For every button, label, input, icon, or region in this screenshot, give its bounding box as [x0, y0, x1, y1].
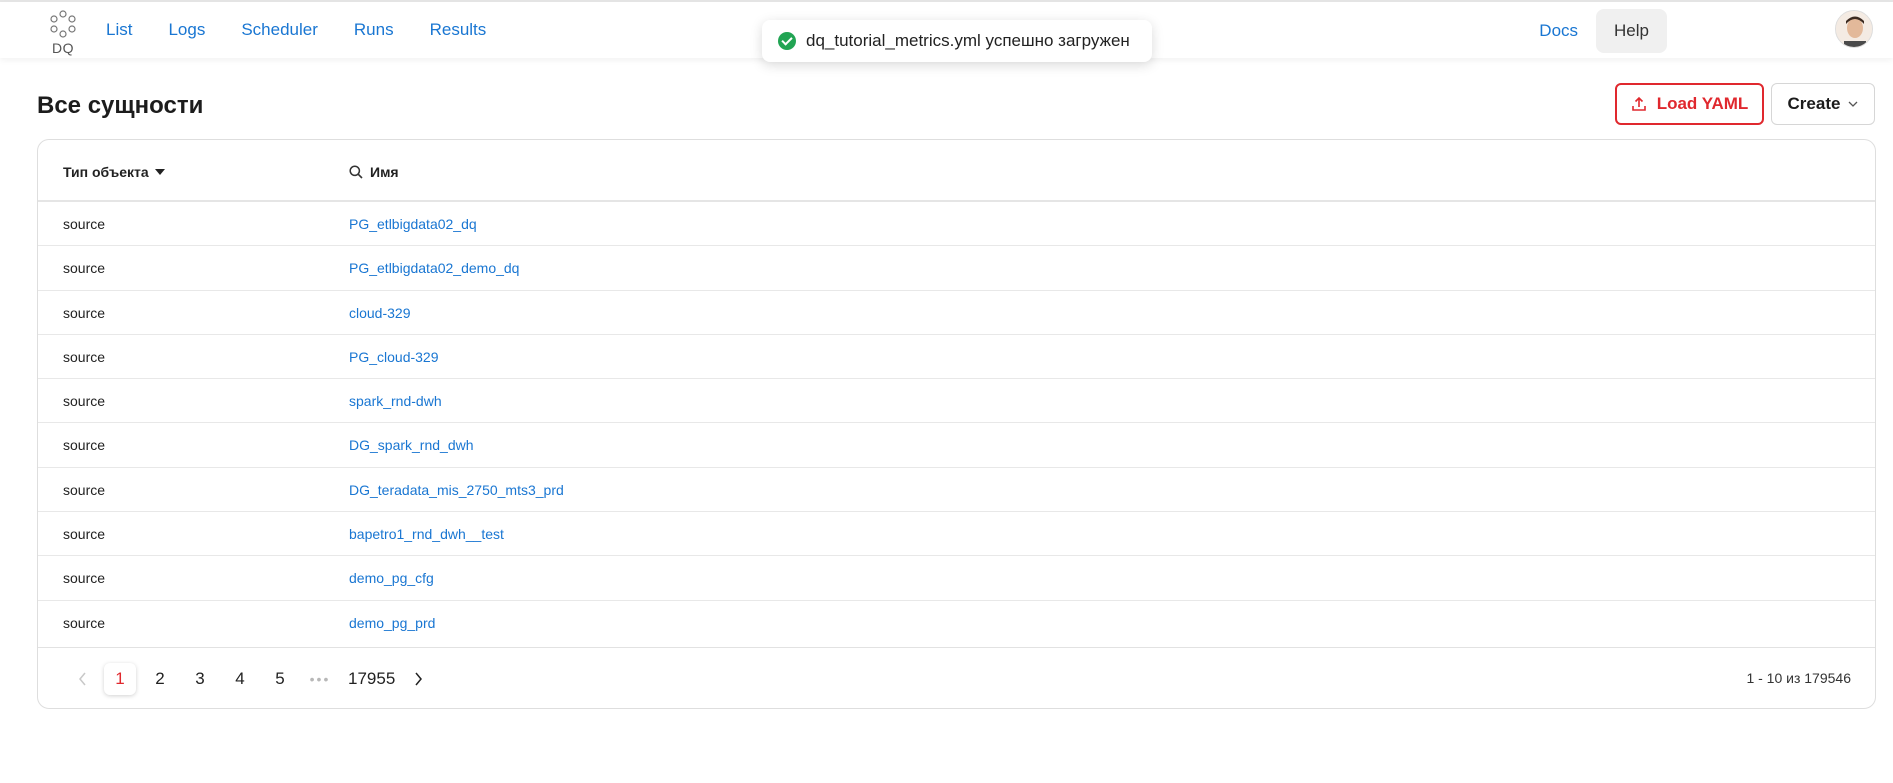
- cell-type: source: [63, 570, 106, 587]
- cell-name-link[interactable]: PG_etlbigdata02_dq: [349, 216, 477, 232]
- table-header: Тип объекта Имя: [38, 140, 1875, 202]
- nav-scheduler[interactable]: Scheduler: [241, 20, 318, 40]
- cell-name-link[interactable]: demo_pg_cfg: [349, 570, 434, 586]
- nav-results[interactable]: Results: [430, 20, 487, 40]
- prev-page-button[interactable]: [66, 663, 98, 695]
- table-body: source PG_etlbigdata02_dq source PG_etlb…: [38, 202, 1875, 645]
- create-dropdown-button[interactable]: Create: [1771, 83, 1875, 125]
- caret-down-icon: [154, 169, 165, 175]
- table-row: source cloud-329: [38, 291, 1875, 335]
- table-row: source PG_etlbigdata02_dq: [38, 202, 1875, 247]
- cell-type: source: [63, 216, 106, 232]
- logo-dots-icon: [50, 10, 76, 38]
- entities-table: Тип объекта Имя source PG_etlbigdata02_d…: [37, 139, 1876, 709]
- header-actions: Docs Help: [1539, 9, 1667, 53]
- table-row: source demo_pg_prd: [38, 601, 1875, 645]
- search-icon: [349, 165, 363, 179]
- table-row: source demo_pg_cfg: [38, 556, 1875, 601]
- toast-message: dq_tutorial_metrics.yml успешно загружен: [806, 31, 1130, 50]
- cell-type: source: [63, 437, 106, 454]
- upload-success-toast: dq_tutorial_metrics.yml успешно загружен: [762, 20, 1152, 62]
- avatar-portrait-icon: [1836, 11, 1872, 47]
- logo-text: DQ: [52, 40, 74, 56]
- cell-type: source: [63, 304, 106, 321]
- column-name-label: Имя: [370, 164, 399, 180]
- docs-link[interactable]: Docs: [1539, 21, 1578, 41]
- chevron-down-icon: [1848, 101, 1858, 107]
- nav-runs[interactable]: Runs: [354, 20, 394, 40]
- cell-name-link[interactable]: demo_pg_prd: [349, 615, 435, 631]
- cell-name-link[interactable]: cloud-329: [349, 305, 411, 321]
- table-row: source spark_rnd-dwh: [38, 379, 1875, 424]
- table-row: source bapetro1_rnd_dwh__test: [38, 512, 1875, 557]
- check-circle-icon: [778, 32, 796, 50]
- pagination-range: 1 - 10 из 179546: [1746, 670, 1851, 686]
- cell-name-link[interactable]: DG_spark_rnd_dwh: [349, 437, 474, 453]
- table-row: source DG_teradata_mis_2750_mts3_prd: [38, 468, 1875, 513]
- upload-icon: [1631, 96, 1646, 111]
- cell-type: source: [63, 481, 106, 498]
- load-yaml-button[interactable]: Load YAML: [1615, 83, 1764, 125]
- create-label: Create: [1787, 94, 1841, 113]
- nav-logs[interactable]: Logs: [168, 20, 205, 40]
- user-avatar[interactable]: [1835, 10, 1873, 48]
- cell-type: source: [63, 348, 106, 365]
- cell-type: source: [63, 614, 106, 631]
- cell-name-link[interactable]: PG_cloud-329: [349, 349, 439, 365]
- page-2-button[interactable]: 2: [144, 663, 176, 695]
- table-row: source PG_etlbigdata02_demo_dq: [38, 246, 1875, 291]
- page-1-button[interactable]: 1: [104, 663, 136, 695]
- table-row: source PG_cloud-329: [38, 335, 1875, 380]
- cell-name-link[interactable]: PG_etlbigdata02_demo_dq: [349, 260, 519, 276]
- column-type-label: Тип объекта: [63, 164, 149, 180]
- column-name-search[interactable]: Имя: [349, 164, 399, 180]
- cell-type: source: [63, 526, 106, 543]
- page-ellipsis[interactable]: •••: [304, 663, 336, 695]
- help-button[interactable]: Help: [1596, 9, 1667, 53]
- chevron-left-icon: [78, 672, 86, 686]
- column-type-filter[interactable]: Тип объекта: [63, 164, 165, 180]
- last-page-button[interactable]: 17955: [348, 663, 395, 695]
- main-nav: List Logs Scheduler Runs Results: [106, 2, 522, 58]
- table-row: source DG_spark_rnd_dwh: [38, 423, 1875, 468]
- cell-type: source: [63, 393, 106, 410]
- next-page-button[interactable]: [402, 663, 434, 695]
- page-4-button[interactable]: 4: [224, 663, 256, 695]
- dq-logo[interactable]: DQ: [46, 10, 80, 58]
- load-yaml-label: Load YAML: [1656, 94, 1749, 113]
- nav-list[interactable]: List: [106, 20, 132, 40]
- page-5-button[interactable]: 5: [264, 663, 296, 695]
- cell-name-link[interactable]: spark_rnd-dwh: [349, 393, 442, 409]
- page-3-button[interactable]: 3: [184, 663, 216, 695]
- cell-name-link[interactable]: DG_teradata_mis_2750_mts3_prd: [349, 482, 564, 498]
- chevron-right-icon: [414, 672, 422, 686]
- cell-name-link[interactable]: bapetro1_rnd_dwh__test: [349, 526, 504, 542]
- cell-type: source: [63, 260, 106, 277]
- pagination: 1 2 3 4 5 ••• 17955 1 - 10 из 179546: [38, 647, 1875, 708]
- page-title: Все сущности: [37, 92, 204, 119]
